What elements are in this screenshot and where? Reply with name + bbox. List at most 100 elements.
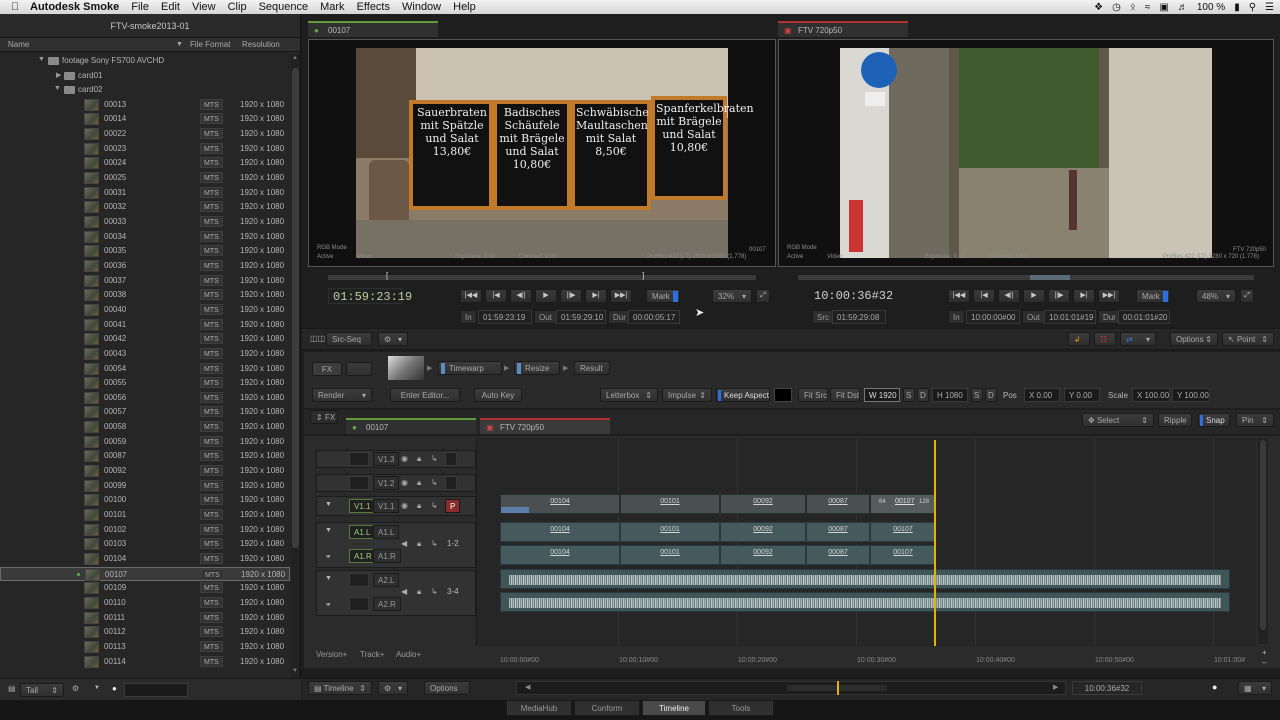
track-a1r-label[interactable]: A1.R <box>373 549 401 563</box>
view-mode-dropdown[interactable]: Tall ⇕ <box>20 683 64 697</box>
audio-clip-a1r-00101[interactable]: 00101 <box>620 545 720 565</box>
pos-y-field[interactable]: Y 0.00 <box>1064 388 1100 402</box>
overwrite-edit-icon[interactable]: ↲ <box>1068 332 1090 346</box>
menu-file[interactable]: File <box>131 1 149 13</box>
audio-clip-a1l-00107[interactable]: 00107 <box>870 522 936 542</box>
scroll-up-icon[interactable]: ▲ <box>292 55 298 61</box>
letterbox-dropdown[interactable]: Letterbox ⇕ <box>600 388 658 402</box>
track-a1l-label[interactable]: A1.L <box>373 525 400 539</box>
fit-dst-button[interactable]: Fit Dst <box>830 388 860 402</box>
record-scrub-bar[interactable] <box>798 275 1254 280</box>
impulse-dropdown[interactable]: Impulse ⇕ <box>662 388 712 402</box>
clip-row[interactable]: 00054 MTS 1920 x 1080 <box>0 362 290 377</box>
record-in-label[interactable]: In <box>948 310 965 324</box>
menu-view[interactable]: View <box>192 1 216 13</box>
tab-conform[interactable]: Conform <box>574 700 640 716</box>
width-field[interactable]: W 1920 <box>864 388 900 402</box>
clip-row[interactable]: 00112 MTS 1920 x 1080 <box>0 625 290 640</box>
source-fullscreen-icon[interactable]: ⤢ <box>756 289 770 303</box>
clip-row[interactable]: 00102 MTS 1920 x 1080 <box>0 523 290 538</box>
record-out-label[interactable]: Out <box>1022 310 1045 324</box>
track-patch-field[interactable] <box>349 476 369 490</box>
record-forward-button[interactable]: ||▶ <box>1048 289 1070 303</box>
clip-row[interactable]: 00023 MTS 1920 x 1080 <box>0 142 290 157</box>
audio-clip-a1r-00107[interactable]: 00107 <box>870 545 936 565</box>
height-field[interactable]: H 1080 <box>932 388 968 402</box>
track-v1-1-label[interactable]: V1.1 <box>373 499 400 513</box>
track-a2l-label[interactable]: A2.L <box>373 573 400 587</box>
timeline-timecode-field[interactable]: 10:00:36#32 <box>1072 681 1142 695</box>
keep-aspect-toggle[interactable]: Keep Aspect <box>716 388 770 402</box>
clip-row[interactable]: 00040 MTS 1920 x 1080 <box>0 303 290 318</box>
dual-view-icon[interactable]: ◫◫ <box>310 334 325 343</box>
audio-clip-a1l-00087[interactable]: 00087 <box>806 522 870 542</box>
record-timecode[interactable]: 10:00:36#32 <box>810 288 893 304</box>
clip-row[interactable]: 00043 MTS 1920 x 1080 <box>0 347 290 362</box>
scrollbar-thumb[interactable] <box>292 68 299 548</box>
audio-clip-a1r-00104[interactable]: 00104 <box>500 545 620 565</box>
track-source-patch-a1l[interactable]: A1.L <box>349 525 376 539</box>
source-prev-button[interactable]: |◀ <box>485 289 507 303</box>
track-a2-header[interactable]: ▼ A2.L ⚭ A2.R ◀ 🔒︎ ↳ 3-4 <box>316 570 476 616</box>
record-in-field[interactable]: 10:00:00#00 <box>966 310 1020 324</box>
pos-x-field[interactable]: X 0.00 <box>1024 388 1060 402</box>
wifi-icon[interactable]: ≈ <box>1145 2 1151 13</box>
source-in-marker[interactable]: [ <box>386 271 388 280</box>
audio-clip-a1l-00101[interactable]: 00101 <box>620 522 720 542</box>
source-viewer[interactable]: Sauerbraten mit Spätzle und Salat 13,80€… <box>308 39 776 267</box>
record-dur-field[interactable]: 00:01:01#20 <box>1118 310 1170 324</box>
sync-icon[interactable]: ↳ <box>431 454 438 463</box>
source-go-start-button[interactable]: |◀◀ <box>460 289 482 303</box>
source-zoom-dropdown[interactable]: 32% ▾ <box>712 289 752 303</box>
menu-mark[interactable]: Mark <box>320 1 344 13</box>
tab-record-viewer[interactable]: ▣ FTV 720p50 <box>778 21 908 37</box>
visibility-eye-icon[interactable]: ◉ <box>401 478 408 487</box>
menu-window[interactable]: Window <box>402 1 441 13</box>
record-reverse-button[interactable]: ◀|| <box>998 289 1020 303</box>
clip-row[interactable]: 00013 MTS 1920 x 1080 <box>0 98 290 113</box>
source-mark-button[interactable]: Mark <box>646 289 680 303</box>
column-resolution[interactable]: Resolution <box>242 40 280 49</box>
speaker-icon[interactable]: ◀ <box>401 587 407 596</box>
lift-edit-icon[interactable]: ☷ <box>1094 332 1116 346</box>
video-clip-00092[interactable]: 00092 <box>720 494 806 514</box>
record-go-start-button[interactable]: |◀◀ <box>948 289 970 303</box>
clip-row[interactable]: 00101 MTS 1920 x 1080 <box>0 508 290 523</box>
track-a2r-label[interactable]: A2.R <box>373 597 401 611</box>
disclosure-open-icon[interactable]: ▼ <box>54 85 61 92</box>
record-go-end-button[interactable]: ▶▶| <box>1098 289 1120 303</box>
tree-folder-card01[interactable]: ▶ card01 <box>0 69 290 84</box>
link-icon[interactable]: ⚭ <box>325 600 332 609</box>
lock-icon[interactable]: 🔒︎ <box>417 539 421 549</box>
battery-label[interactable]: 100 % <box>1197 2 1225 13</box>
tab-mediahub[interactable]: MediaHub <box>506 700 572 716</box>
clip-row[interactable]: 00058 MTS 1920 x 1080 <box>0 420 290 435</box>
bluetooth-icon[interactable]: ᛟ <box>1130 2 1136 13</box>
tab-source-viewer[interactable]: ● 00107 <box>308 21 438 37</box>
clip-row[interactable]: 00014 MTS 1920 x 1080 <box>0 112 290 127</box>
record-next-button[interactable]: ▶| <box>1073 289 1095 303</box>
track-primary-button[interactable]: P <box>445 499 461 513</box>
timeline-mode-dropdown[interactable]: ▤ Timeline ⇕ <box>308 681 372 695</box>
clip-row[interactable]: 00042 MTS 1920 x 1080 <box>0 332 290 347</box>
track-v1-1-header[interactable]: ▼ V1.1 V1.1 ◉ 🔒︎ ↳ P <box>316 496 476 516</box>
clip-row[interactable]: 00025 MTS 1920 x 1080 <box>0 171 290 186</box>
fx-secondary-button[interactable] <box>346 362 372 376</box>
volume-icon[interactable]: ♬ <box>1178 2 1188 13</box>
record-src-label[interactable]: Src <box>812 310 834 324</box>
clip-row[interactable]: 00031 MTS 1920 x 1080 <box>0 186 290 201</box>
lock-icon[interactable]: 🔒︎ <box>417 501 421 511</box>
replace-edit-icon[interactable]: ⇄ ▾ <box>1120 332 1156 346</box>
render-dropdown[interactable]: Render ▾ <box>312 388 372 402</box>
gear-icon[interactable]: ⚙ <box>72 684 79 693</box>
record-fullscreen-icon[interactable]: ⤢ <box>1240 289 1254 303</box>
fit-src-button[interactable]: Fit Src <box>798 388 828 402</box>
audio-add-button[interactable]: Audio+ <box>396 650 421 659</box>
menu-edit[interactable]: Edit <box>161 1 180 13</box>
source-dur-field[interactable]: 00:00:05:17 <box>628 310 680 324</box>
lock-icon[interactable]: 🔒︎ <box>417 587 421 597</box>
clip-row[interactable]: 00041 MTS 1920 x 1080 <box>0 318 290 333</box>
track-extra-field[interactable] <box>445 452 457 466</box>
track-patch-field[interactable] <box>349 452 369 466</box>
menu-clip[interactable]: Clip <box>228 1 247 13</box>
